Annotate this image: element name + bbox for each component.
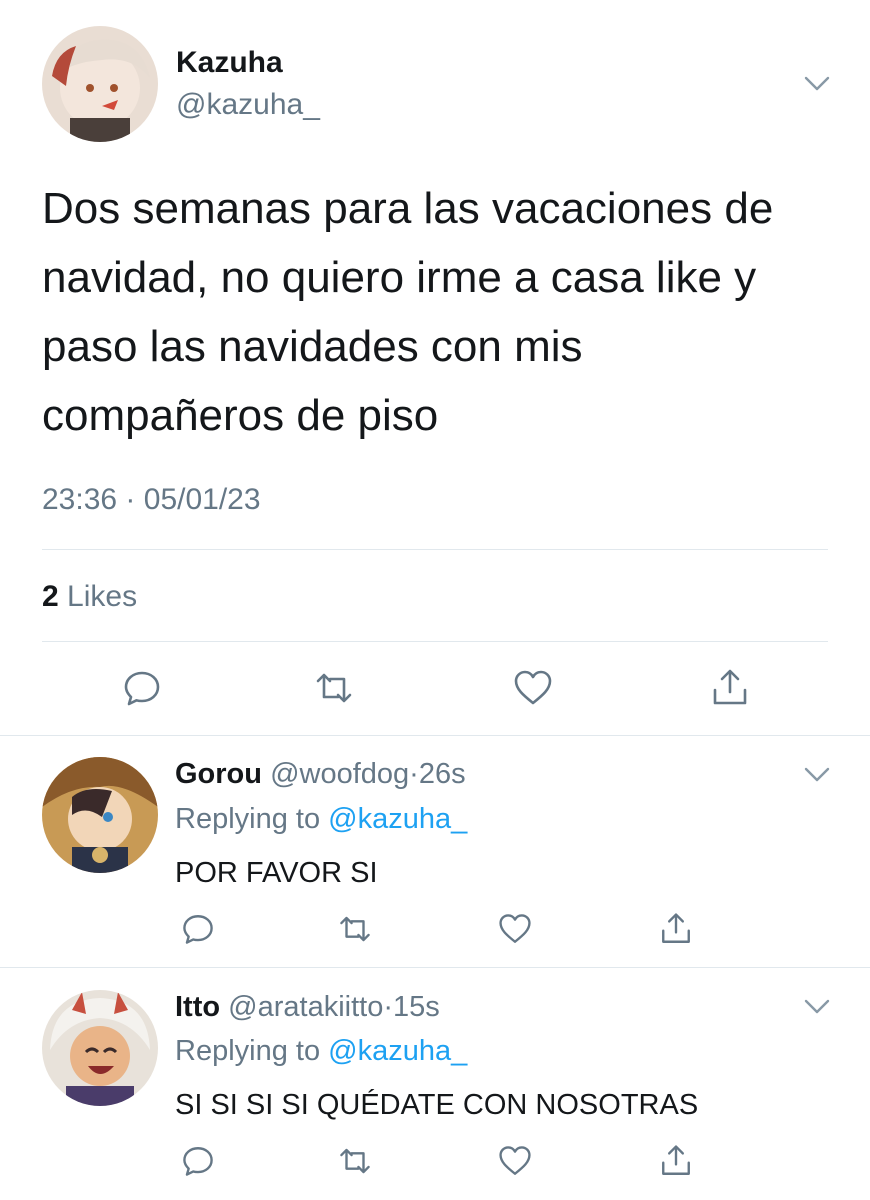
- reply-text: POR FAVOR SI: [175, 857, 378, 889]
- likes-label: Likes: [67, 580, 138, 613]
- reply-icon[interactable]: [122, 668, 162, 708]
- like-icon[interactable]: [498, 912, 532, 946]
- author-name[interactable]: Kazuha: [176, 46, 283, 80]
- reply-author-handle[interactable]: @aratakiitto: [228, 991, 383, 1023]
- tweet-time: 23:36: [42, 483, 118, 516]
- replying-prefix: Replying to: [175, 1035, 321, 1067]
- reply-author-name[interactable]: Gorou: [175, 758, 262, 790]
- author-avatar[interactable]: [42, 26, 158, 142]
- replying-prefix: Replying to: [175, 803, 321, 835]
- tweet-timestamp[interactable]: 23:36 · 05/01/23: [42, 483, 261, 517]
- reply-separator: ·: [383, 991, 393, 1023]
- reply-age: 26s: [418, 758, 466, 790]
- retweet-icon[interactable]: [338, 1144, 372, 1178]
- tweet-date: 05/01/23: [143, 483, 261, 516]
- tweet-text: Dos semanas para las vacaciones de navid…: [42, 184, 774, 440]
- replying-to: Replying to @kazuha_: [175, 803, 467, 836]
- divider: [0, 735, 870, 736]
- chevron-down-icon[interactable]: [804, 999, 830, 1015]
- reply-header: Itto @aratakiitto·15s: [175, 991, 440, 1024]
- retweet-icon[interactable]: [338, 912, 372, 946]
- chevron-down-icon[interactable]: [804, 76, 830, 92]
- like-icon[interactable]: [498, 1144, 532, 1178]
- reply-age: 15s: [393, 991, 440, 1023]
- likes-count[interactable]: 2 Likes: [42, 580, 137, 614]
- meta-separator: ·: [125, 483, 136, 516]
- reply-avatar-itto[interactable]: [42, 990, 158, 1106]
- replying-mention[interactable]: @kazuha_: [328, 803, 467, 835]
- like-icon[interactable]: [513, 668, 553, 708]
- retweet-icon[interactable]: [314, 668, 354, 708]
- share-icon[interactable]: [659, 912, 693, 946]
- replying-mention[interactable]: @kazuha_: [328, 1035, 467, 1067]
- reply-author-handle[interactable]: @woofdog: [270, 758, 409, 790]
- replying-to: Replying to @kazuha_: [175, 1035, 467, 1068]
- reply-text: SI SI SI SI QUÉDATE CON NOSOTRAS: [175, 1089, 699, 1121]
- divider: [42, 549, 828, 550]
- likes-number: 2: [42, 580, 59, 613]
- reply-separator: ·: [409, 758, 419, 790]
- reply-author-name[interactable]: Itto: [175, 991, 220, 1023]
- reply-icon[interactable]: [181, 912, 215, 946]
- share-icon[interactable]: [659, 1144, 693, 1178]
- author-handle[interactable]: @kazuha_: [176, 88, 320, 122]
- share-icon[interactable]: [710, 668, 750, 708]
- chevron-down-icon[interactable]: [804, 767, 830, 783]
- reply-header: Gorou @woofdog·26s: [175, 758, 466, 791]
- reply-avatar-gorou[interactable]: [42, 757, 158, 873]
- divider: [42, 641, 828, 642]
- reply-icon[interactable]: [181, 1144, 215, 1178]
- divider: [0, 967, 870, 968]
